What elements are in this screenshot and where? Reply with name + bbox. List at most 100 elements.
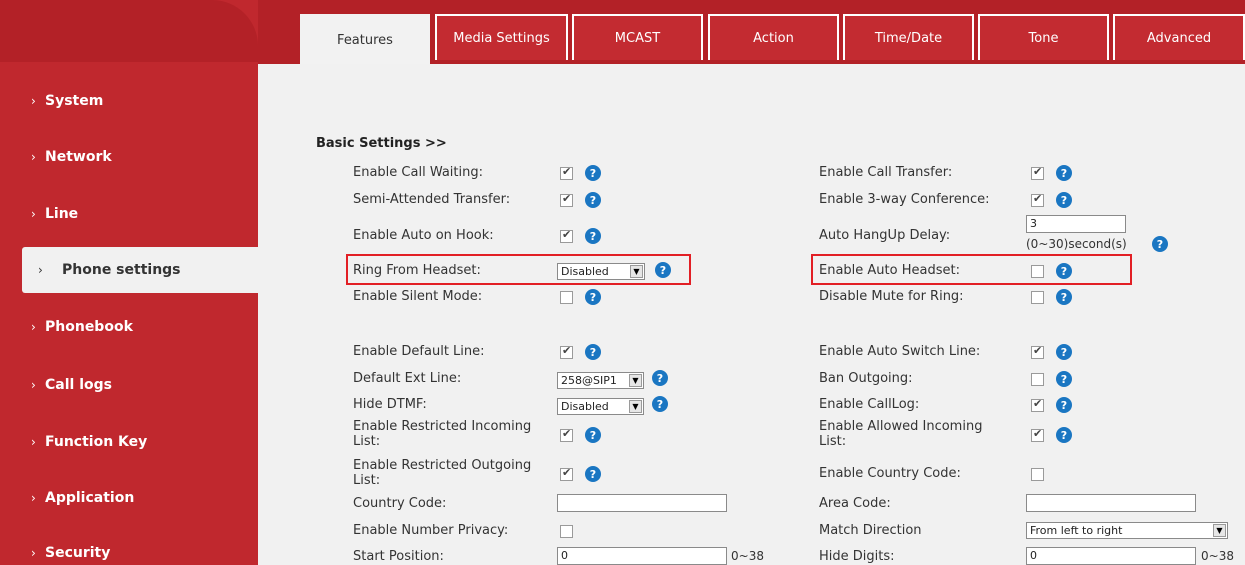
highlight-box-auto-headset bbox=[811, 254, 1132, 285]
call-log-checkbox[interactable] bbox=[1031, 397, 1044, 412]
auto-switch-line-checkbox[interactable] bbox=[1031, 344, 1044, 359]
help-icon[interactable]: ? bbox=[652, 370, 668, 386]
auto-hangup-input[interactable]: 3 bbox=[1026, 215, 1126, 233]
ban-outgoing-label: Ban Outgoing: bbox=[819, 371, 913, 386]
silent-mode-checkbox[interactable] bbox=[560, 291, 573, 304]
help-icon[interactable]: ? bbox=[585, 344, 601, 360]
default-ext-line-select[interactable]: 258@SIP1 ▼ bbox=[557, 372, 644, 389]
country-code-enable-checkbox[interactable] bbox=[1031, 468, 1044, 481]
help-icon[interactable]: ? bbox=[652, 396, 668, 412]
allowed-incoming-checkbox[interactable] bbox=[1031, 427, 1044, 442]
help-icon[interactable]: ? bbox=[585, 165, 601, 181]
tab-label: Tone bbox=[1028, 30, 1059, 46]
help-icon[interactable]: ? bbox=[585, 427, 601, 443]
hide-digits-label: Hide Digits: bbox=[819, 549, 895, 564]
dropdown-arrow-icon: ▼ bbox=[629, 374, 642, 387]
sidebar-item-label: Phonebook bbox=[45, 319, 133, 335]
restricted-outgoing-checkbox[interactable] bbox=[560, 466, 573, 481]
country-code-label: Country Code: bbox=[353, 496, 447, 511]
hide-digits-input[interactable]: 0 bbox=[1026, 547, 1196, 565]
sidebar-item-security[interactable]: › Security bbox=[0, 530, 258, 565]
sidebar-item-label: Application bbox=[45, 490, 135, 506]
chevron-right-icon: › bbox=[31, 378, 36, 392]
hide-digits-range: 0~38 bbox=[1201, 549, 1234, 563]
match-direction-value: From left to right bbox=[1030, 524, 1123, 537]
silent-mode-label: Enable Silent Mode: bbox=[353, 289, 483, 304]
sidebar-item-system[interactable]: › System bbox=[0, 78, 258, 124]
sidebar-item-line[interactable]: › Line bbox=[0, 191, 258, 237]
chevron-right-icon: › bbox=[31, 320, 36, 334]
help-icon[interactable]: ? bbox=[585, 228, 601, 244]
mute-for-ring-checkbox[interactable] bbox=[1031, 291, 1044, 304]
sidebar-item-label: System bbox=[45, 93, 104, 109]
tab-time-date[interactable]: Time/Date bbox=[843, 14, 974, 60]
tab-tone[interactable]: Tone bbox=[978, 14, 1109, 60]
help-icon[interactable]: ? bbox=[1056, 344, 1072, 360]
sidebar-item-phonebook[interactable]: › Phonebook bbox=[0, 304, 258, 350]
help-icon[interactable]: ? bbox=[1056, 165, 1072, 181]
help-icon[interactable]: ? bbox=[585, 466, 601, 482]
sidebar-item-network[interactable]: › Network bbox=[0, 134, 258, 180]
tab-features[interactable]: Features bbox=[300, 14, 430, 64]
three-way-conference-checkbox[interactable] bbox=[1031, 192, 1044, 207]
tab-label: Features bbox=[337, 32, 393, 48]
chevron-right-icon: › bbox=[31, 546, 36, 560]
auto-on-hook-label: Enable Auto on Hook: bbox=[353, 228, 494, 243]
number-privacy-label: Enable Number Privacy: bbox=[353, 523, 509, 538]
three-way-conference-label: Enable 3-way Conference: bbox=[819, 192, 990, 207]
help-icon[interactable]: ? bbox=[585, 289, 601, 305]
area-code-label: Area Code: bbox=[819, 496, 891, 511]
call-transfer-checkbox[interactable] bbox=[1031, 165, 1044, 180]
sidebar-item-application[interactable]: › Application bbox=[0, 475, 258, 521]
semi-attended-checkbox[interactable] bbox=[560, 192, 573, 207]
help-icon[interactable]: ? bbox=[1056, 427, 1072, 443]
sidebar-item-phone-settings[interactable]: › Phone settings bbox=[22, 247, 258, 293]
auto-hangup-label: Auto HangUp Delay: bbox=[819, 228, 951, 243]
sidebar-item-label: Phone settings bbox=[62, 262, 181, 278]
help-icon[interactable]: ? bbox=[1056, 371, 1072, 387]
call-waiting-checkbox[interactable] bbox=[560, 165, 573, 180]
tab-label: Advanced bbox=[1146, 30, 1212, 46]
number-privacy-checkbox[interactable] bbox=[560, 525, 573, 538]
tab-mcast[interactable]: MCAST bbox=[572, 14, 703, 60]
help-icon[interactable]: ? bbox=[1056, 397, 1072, 413]
restricted-incoming-checkbox[interactable] bbox=[560, 427, 573, 442]
chevron-right-icon: › bbox=[38, 263, 43, 277]
help-icon[interactable]: ? bbox=[1056, 192, 1072, 208]
help-icon[interactable]: ? bbox=[1152, 236, 1168, 252]
semi-attended-label: Semi-Attended Transfer: bbox=[353, 192, 511, 207]
sidebar-item-call-logs[interactable]: › Call logs bbox=[0, 362, 258, 408]
help-icon[interactable]: ? bbox=[1056, 289, 1072, 305]
sidebar-item-label: Call logs bbox=[45, 377, 112, 393]
sidebar-header bbox=[0, 0, 258, 62]
call-transfer-label: Enable Call Transfer: bbox=[819, 165, 953, 180]
sidebar-item-function-key[interactable]: › Function Key bbox=[0, 419, 258, 465]
default-line-checkbox[interactable] bbox=[560, 344, 573, 359]
restricted-outgoing-label-line1: Enable Restricted Outgoing bbox=[353, 458, 532, 473]
start-position-input[interactable]: 0 bbox=[557, 547, 727, 565]
auto-hangup-range: (0~30)second(s) bbox=[1026, 237, 1127, 251]
chevron-right-icon: › bbox=[31, 491, 36, 505]
allowed-incoming-label-line2: List: bbox=[819, 434, 847, 449]
tab-advanced[interactable]: Advanced bbox=[1113, 14, 1245, 60]
tab-media-settings[interactable]: Media Settings bbox=[435, 14, 568, 60]
sidebar-item-label: Security bbox=[45, 545, 111, 561]
hide-dtmf-label: Hide DTMF: bbox=[353, 397, 427, 412]
tab-action[interactable]: Action bbox=[708, 14, 839, 60]
auto-on-hook-checkbox[interactable] bbox=[560, 228, 573, 243]
highlight-box-ring-from-headset bbox=[346, 254, 691, 285]
restricted-incoming-label-line2: List: bbox=[353, 434, 381, 449]
tab-label: Media Settings bbox=[453, 30, 550, 46]
help-icon[interactable]: ? bbox=[585, 192, 601, 208]
match-direction-select[interactable]: From left to right ▼ bbox=[1026, 522, 1228, 539]
restricted-outgoing-label-line2: List: bbox=[353, 473, 381, 488]
hide-dtmf-select[interactable]: Disabled ▼ bbox=[557, 398, 644, 415]
sidebar-item-label: Function Key bbox=[45, 434, 148, 450]
start-position-label: Start Position: bbox=[353, 549, 444, 564]
country-code-input[interactable] bbox=[557, 494, 727, 512]
default-ext-line-value: 258@SIP1 bbox=[561, 374, 617, 387]
tab-label: MCAST bbox=[614, 30, 661, 46]
chevron-right-icon: › bbox=[31, 207, 36, 221]
ban-outgoing-checkbox[interactable] bbox=[1031, 373, 1044, 386]
area-code-input[interactable] bbox=[1026, 494, 1196, 512]
